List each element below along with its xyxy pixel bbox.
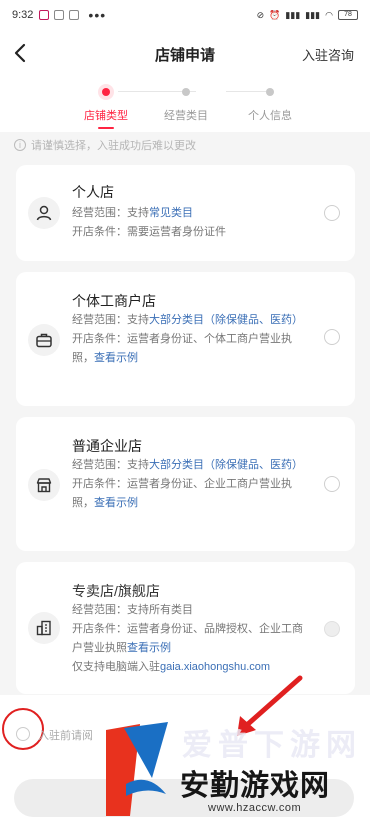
watermark-text-main: 安勤游戏网 [180, 768, 331, 802]
annotation-arrow [237, 675, 303, 736]
watermark-url: www.hzaccw.com [208, 802, 302, 814]
watermark-text-top: 爱普下游网 [182, 728, 362, 763]
watermark-logo-icon [106, 722, 168, 816]
watermark: 爱普下游网 安勤游戏网 www.hzaccw.com [96, 718, 370, 822]
